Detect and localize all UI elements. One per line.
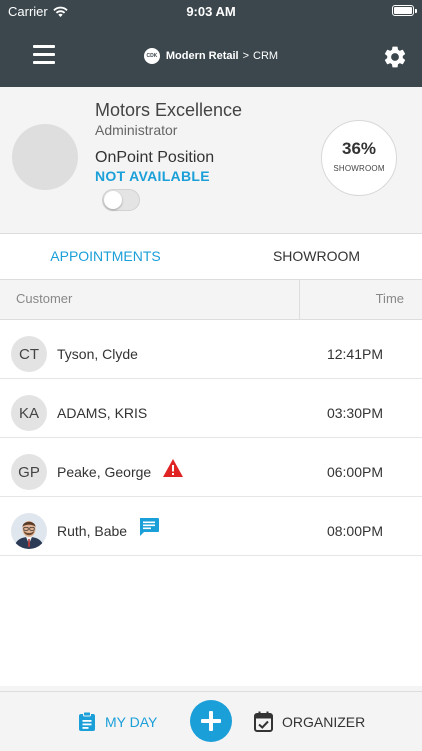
table-header: Customer Time — [0, 280, 422, 320]
clipboard-icon — [79, 711, 95, 731]
appointment-time: 06:00PM — [326, 464, 383, 480]
column-header-time[interactable]: Time — [376, 291, 404, 306]
profile-panel: Motors Excellence Administrator OnPoint … — [0, 87, 422, 234]
nav-bar: CDK Modern Retail > CRM — [0, 24, 422, 87]
table-row[interactable]: CT Tyson, Clyde 12:41PM — [0, 320, 422, 379]
position-status: NOT AVAILABLE — [95, 168, 210, 184]
add-button[interactable] — [190, 700, 232, 742]
customer-name: Peake, George — [57, 464, 152, 480]
customer-initials: GP — [11, 454, 47, 490]
user-name: Motors Excellence — [95, 100, 243, 120]
showroom-percent: 36% — [341, 139, 377, 158]
organizer-button[interactable]: ORGANIZER — [254, 711, 365, 732]
clock: 9:03 AM — [186, 4, 236, 19]
section-name: CRM — [253, 50, 279, 62]
customer-name: Ruth, Babe — [57, 523, 128, 539]
bottom-bar: MY DAY ORGANIZER — [0, 691, 422, 751]
tab-bar: APPOINTMENTS SHOWROOM — [0, 234, 422, 280]
customer-photo — [11, 513, 47, 549]
brand-logo: CDK — [143, 48, 160, 64]
tab-appointments[interactable]: APPOINTMENTS — [0, 234, 211, 279]
avatar[interactable] — [12, 124, 78, 190]
organizer-label: ORGANIZER — [282, 713, 366, 730]
message-icon[interactable] — [138, 517, 160, 537]
nav-title: CDK Modern Retail > CRM — [0, 48, 422, 64]
tab-showroom[interactable]: SHOWROOM — [211, 234, 422, 279]
table-row[interactable]: Ruth, Babe 08:00PM — [0, 497, 422, 556]
customer-initials: CT — [11, 336, 47, 372]
gear-icon[interactable] — [382, 44, 408, 70]
appointment-time: 12:41PM — [326, 346, 383, 362]
appointment-list: CT Tyson, Clyde 12:41PM KA ADAMS, KRIS 0… — [0, 320, 422, 686]
warning-icon — [163, 459, 183, 477]
customer-name: ADAMS, KRIS — [57, 405, 148, 421]
my-day-button[interactable]: MY DAY — [78, 711, 157, 732]
brand-name: Modern Retail — [165, 50, 239, 62]
breadcrumb-separator: > — [242, 50, 250, 62]
appointment-time: 08:00PM — [326, 523, 383, 539]
position-label: OnPoint Position — [95, 149, 215, 166]
calendar-check-icon — [254, 711, 273, 732]
table-row[interactable]: GP Peake, George 06:00PM — [0, 438, 422, 497]
appointment-time: 03:30PM — [326, 405, 383, 421]
availability-toggle[interactable] — [102, 189, 140, 211]
table-row[interactable]: KA ADAMS, KRIS 03:30PM — [0, 379, 422, 438]
column-header-customer[interactable]: Customer — [16, 291, 72, 306]
my-day-label: MY DAY — [105, 713, 158, 730]
battery-icon — [392, 5, 417, 16]
showroom-label: SHOWROOM — [333, 164, 385, 173]
customer-name: Tyson, Clyde — [57, 346, 138, 362]
column-divider — [299, 280, 300, 319]
customer-initials: KA — [11, 395, 47, 431]
showroom-gauge: 36% SHOWROOM — [321, 120, 397, 196]
status-bar: Carrier 9:03 AM — [0, 0, 422, 24]
user-role: Administrator — [95, 122, 178, 138]
